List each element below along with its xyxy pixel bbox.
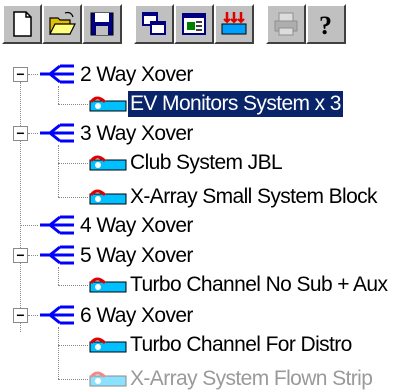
group-label-6way[interactable]: 6 Way Xover — [80, 303, 193, 329]
collapse-toggle[interactable]: − — [13, 308, 28, 323]
save-button[interactable] — [82, 4, 122, 44]
tree-connector — [20, 225, 38, 226]
system-item-club-system[interactable]: Club System JBL — [130, 150, 283, 176]
tree-connector — [58, 345, 88, 346]
help-button[interactable]: ? — [306, 4, 346, 44]
copy-icon — [142, 12, 166, 35]
toolbar: ? — [0, 0, 402, 52]
crossover-button[interactable] — [214, 4, 254, 44]
system-icon — [89, 155, 127, 171]
tree-connector — [58, 267, 59, 285]
tree-connector — [58, 104, 88, 105]
tree-connector — [28, 255, 38, 256]
system-icon — [89, 371, 127, 387]
xover-icon — [40, 123, 74, 143]
system-icon — [89, 337, 127, 353]
open-icon — [49, 11, 76, 35]
collapse-toggle[interactable]: − — [13, 126, 28, 141]
print-button[interactable] — [266, 4, 306, 44]
group-label-4way[interactable]: 4 Way Xover — [80, 213, 193, 239]
tree-connector — [58, 197, 88, 198]
system-item-xarray-small[interactable]: X-Array Small System Block — [130, 184, 378, 210]
system-icon — [89, 189, 127, 205]
group-label-3way[interactable]: 3 Way Xover — [80, 121, 193, 147]
svg-text:?: ? — [319, 11, 332, 38]
tree-connector — [28, 74, 38, 75]
tree-connector — [58, 285, 88, 286]
tree-connector — [58, 379, 88, 380]
new-icon — [13, 11, 32, 37]
xover-icon — [40, 64, 74, 84]
save-icon — [90, 12, 114, 36]
xover-icon — [40, 215, 74, 235]
crossover-icon — [221, 12, 247, 35]
group-label-5way[interactable]: 5 Way Xover — [80, 243, 193, 269]
collapse-toggle[interactable]: − — [13, 67, 28, 82]
tree-connector — [58, 163, 88, 164]
system-item-turbo-distro[interactable]: Turbo Channel For Distro — [130, 332, 352, 358]
system-icon — [89, 96, 127, 112]
tree-connector — [20, 82, 21, 332]
system-item-ev-monitors[interactable]: EV Monitors System x 3 — [127, 90, 344, 118]
system-item-xarray-flown[interactable]: X-Array System Flown Strip — [130, 366, 373, 390]
properties-icon — [182, 13, 206, 35]
copy-button[interactable] — [134, 4, 174, 44]
tree-connector — [58, 327, 59, 379]
system-item-turbo-no-sub[interactable]: Turbo Channel No Sub + Aux — [130, 272, 388, 298]
tree-connector — [58, 145, 59, 197]
tree-connector — [28, 315, 38, 316]
properties-button[interactable] — [174, 4, 214, 44]
collapse-toggle[interactable]: − — [13, 248, 28, 263]
help-icon: ? — [319, 11, 332, 38]
xover-icon — [40, 305, 74, 325]
group-label-2way[interactable]: 2 Way Xover — [80, 62, 193, 88]
xover-icon — [40, 245, 74, 265]
xover-tree: − 2 Way Xover EV Monitors System x 3 − 3… — [0, 52, 402, 390]
system-icon — [89, 277, 127, 293]
open-button[interactable] — [42, 4, 82, 44]
tree-connector — [28, 133, 38, 134]
new-button[interactable] — [2, 4, 42, 44]
print-icon — [274, 12, 298, 36]
tree-connector — [58, 86, 59, 104]
